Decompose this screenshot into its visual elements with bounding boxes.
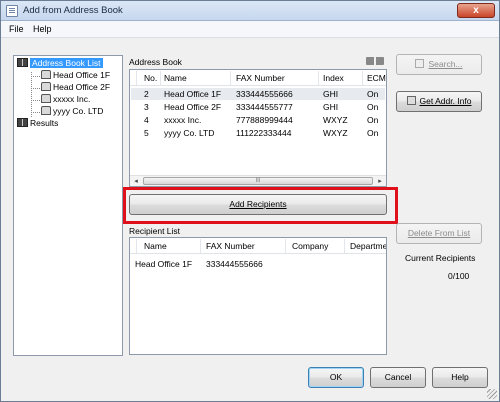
tree-item-head-office-1f[interactable]: Head Office 1F xyxy=(41,70,110,82)
col-name[interactable]: Name xyxy=(164,73,187,83)
tree-item-label: Head Office 1F xyxy=(53,70,111,80)
current-recipients-label: Current Recipients xyxy=(405,253,476,263)
col-ecm[interactable]: ECM xyxy=(367,73,386,83)
group-icon xyxy=(41,82,51,91)
get-addr-info-label: Get Addr. Info xyxy=(419,96,472,106)
help-button[interactable]: Help xyxy=(432,367,488,388)
scroll-right-icon[interactable]: ▸ xyxy=(375,177,385,186)
scroll-left-icon[interactable]: ◂ xyxy=(131,177,141,186)
address-book-app-icon xyxy=(6,5,18,17)
cell-name: Head Office 1F xyxy=(135,259,193,269)
menu-help[interactable]: Help xyxy=(33,24,52,34)
menu-file[interactable]: File xyxy=(9,24,24,34)
current-recipients-count: 0/100 xyxy=(448,271,470,281)
cell-index: GHI xyxy=(323,89,339,99)
col-fax-number[interactable]: FAX Number xyxy=(236,73,285,83)
scroll-thumb[interactable]: III xyxy=(143,177,373,185)
cancel-button[interactable]: Cancel xyxy=(370,367,426,388)
col-index[interactable]: Index xyxy=(323,73,344,83)
recipient-list-header: Name FAX Number Company Departmer xyxy=(130,238,386,254)
cell-index: GHI xyxy=(323,102,339,112)
ok-button[interactable]: OK xyxy=(308,367,364,388)
address-book-icon xyxy=(17,58,28,67)
cell-no: 4 xyxy=(144,115,149,125)
search-button[interactable]: Search... xyxy=(396,54,482,75)
tree-item-label: yyyy Co. LTD xyxy=(53,106,104,116)
cell-ecm: On xyxy=(367,102,379,112)
tree-item-label: Results xyxy=(30,118,59,128)
cell-name: xxxxx Inc. xyxy=(164,115,202,125)
highlight-box xyxy=(123,187,398,224)
cell-no: 2 xyxy=(144,89,149,99)
cell-name: yyyy Co. LTD xyxy=(164,128,215,138)
tree-item-label: Head Office 2F xyxy=(53,82,111,92)
address-book-header: No. Name FAX Number Index ECM xyxy=(130,70,386,86)
col-department[interactable]: Departmer xyxy=(350,241,386,251)
recipient-list[interactable]: Name FAX Number Company Departmer Head O… xyxy=(129,237,387,355)
group-icon xyxy=(41,106,51,115)
cell-index: WXYZ xyxy=(323,115,348,125)
tree-item-head-office-2f[interactable]: Head Office 2F xyxy=(41,82,110,94)
cell-fax: 333444555666 xyxy=(206,259,263,269)
address-book-tree[interactable]: Address Book List Head Office 1F Head Of… xyxy=(13,55,123,356)
get-addr-info-button[interactable]: Get Addr. Info xyxy=(396,91,482,112)
delete-from-list-label: Delete From List xyxy=(407,228,471,238)
search-button-label: Search... xyxy=(428,59,463,69)
col-company[interactable]: Company xyxy=(292,241,328,251)
tree-item-label: Address Book List xyxy=(30,58,103,68)
cell-no: 3 xyxy=(144,102,149,112)
cell-name: Head Office 2F xyxy=(164,102,222,112)
window-title: Add from Address Book xyxy=(23,5,123,16)
cell-fax: 111222333444 xyxy=(236,128,292,138)
address-book-list[interactable]: No. Name FAX Number Index ECM 2 Head Off… xyxy=(129,69,387,187)
col-no[interactable]: No. xyxy=(144,73,157,83)
resize-grip-icon[interactable] xyxy=(487,389,497,399)
tree-item-results[interactable]: Results xyxy=(17,118,58,130)
cell-name: Head Office 1F xyxy=(164,89,222,99)
cell-ecm: On xyxy=(367,89,379,99)
cell-fax: 777888999444 xyxy=(236,115,293,125)
col-fax-number[interactable]: FAX Number xyxy=(206,241,255,251)
cancel-label: Cancel xyxy=(384,372,412,382)
search-icon xyxy=(415,59,425,68)
recipient-list-label: Recipient List xyxy=(129,226,181,236)
results-book-icon xyxy=(17,118,28,127)
col-name[interactable]: Name xyxy=(144,241,167,251)
cell-ecm: On xyxy=(367,115,379,125)
tree-item-xxxxx-inc[interactable]: xxxxx Inc. xyxy=(41,94,90,106)
cell-fax: 333444555777 xyxy=(236,102,293,112)
add-from-address-book-dialog: Add from Address Book x File Help Addres… xyxy=(0,0,500,402)
address-book-hscrollbar[interactable]: ◂ III ▸ xyxy=(130,175,386,186)
cell-no: 5 xyxy=(144,128,149,138)
view-toggle-icon[interactable] xyxy=(366,57,384,65)
address-info-icon xyxy=(406,96,416,105)
cell-index: WXYZ xyxy=(323,128,348,138)
delete-from-list-button[interactable]: Delete From List xyxy=(396,223,482,244)
group-icon xyxy=(41,70,51,79)
cell-ecm: On xyxy=(367,128,379,138)
close-button[interactable]: x xyxy=(457,3,495,18)
tree-item-address-book-list[interactable]: Address Book List xyxy=(17,58,103,70)
title-bar: Add from Address Book x xyxy=(1,1,499,21)
address-book-label: Address Book xyxy=(129,57,182,67)
tree-item-label: xxxxx Inc. xyxy=(53,94,91,104)
menu-bar: File Help xyxy=(1,21,499,38)
help-label: Help xyxy=(451,372,469,382)
tree-item-yyyy-co-ltd[interactable]: yyyy Co. LTD xyxy=(41,106,103,118)
cell-fax: 333444555666 xyxy=(236,89,293,99)
group-icon xyxy=(41,94,51,103)
ok-label: OK xyxy=(329,372,343,382)
